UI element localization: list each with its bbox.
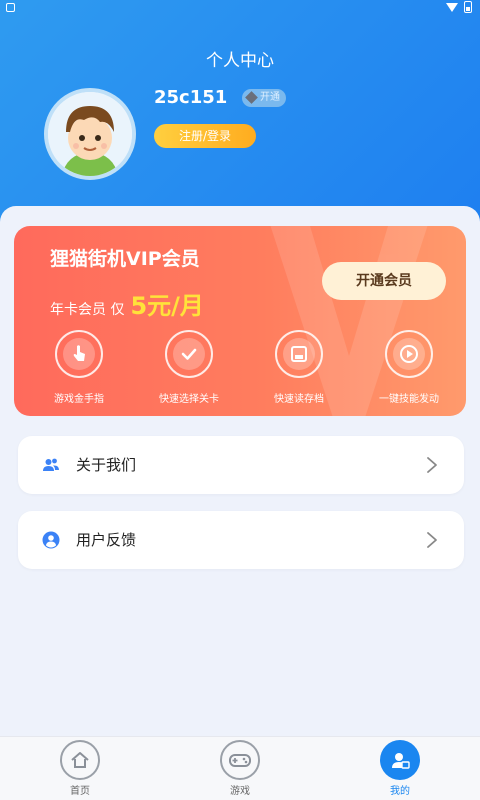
vip-price: 5元/月 — [130, 292, 204, 320]
open-vip-button[interactable]: 开通会员 — [322, 262, 446, 300]
perk-label: 游戏金手指 — [54, 394, 104, 405]
vip-price-prefix: 年卡会员 仅 — [50, 302, 125, 318]
tab-games[interactable]: 游戏 — [200, 737, 280, 800]
wifi-icon — [446, 2, 458, 12]
gamepad-icon — [229, 754, 251, 767]
page-title: 个人中心 — [206, 51, 274, 71]
menu-item-about-us[interactable]: 关于我们 — [18, 436, 464, 494]
vip-perks: 游戏金手指 快速选择关卡 快速读存档 一键技能发动 — [14, 330, 466, 410]
perk-label: 一键技能发动 — [379, 394, 439, 405]
register-login-button[interactable]: 注册/登录 — [154, 124, 256, 148]
perk-item[interactable]: 游戏金手指 — [24, 330, 134, 405]
hand-pointer-icon — [73, 345, 85, 361]
tab-label: 我的 — [390, 786, 410, 797]
profile-icon — [392, 753, 410, 769]
avatar[interactable] — [44, 88, 136, 180]
tab-label: 首页 — [70, 786, 90, 797]
notification-icon — [6, 3, 15, 12]
vip-status-badge[interactable]: 开通 — [242, 89, 286, 107]
users-icon — [43, 458, 59, 471]
tab-home[interactable]: 首页 — [40, 737, 120, 800]
vip-tag-label: 开通 — [260, 92, 280, 103]
perk-label: 快速选择关卡 — [159, 394, 219, 405]
menu-item-label: 关于我们 — [76, 456, 137, 474]
tab-mine[interactable]: 我的 — [360, 737, 440, 800]
save-icon — [291, 346, 307, 362]
menu-item-label: 用户反馈 — [76, 531, 137, 549]
perk-item[interactable]: 快速读存档 — [244, 330, 354, 405]
vip-price-line: 年卡会员 仅 5元/月 — [50, 286, 204, 321]
chevron-right-icon — [427, 457, 437, 473]
user-circle-icon — [42, 531, 60, 549]
perk-label: 快速读存档 — [274, 394, 324, 405]
chevron-right-icon — [427, 532, 437, 548]
vip-membership-card[interactable]: 狸猫街机VIP会员 年卡会员 仅 5元/月 开通会员 游戏金手指 快速选择关卡 — [14, 226, 466, 416]
perk-item[interactable]: 一键技能发动 — [354, 330, 464, 405]
perk-item[interactable]: 快速选择关卡 — [134, 330, 244, 405]
status-bar — [0, 0, 480, 16]
profile-header: 个人中心 25c151 开通 注册/登录 — [0, 0, 480, 230]
play-icon — [400, 345, 418, 363]
home-icon — [71, 752, 89, 768]
diamond-icon — [245, 91, 258, 104]
bottom-tab-bar: 首页 游戏 我的 — [0, 736, 480, 800]
vip-card-title: 狸猫街机VIP会员 — [50, 248, 200, 270]
username: 25c151 — [154, 87, 228, 108]
check-circle-icon — [181, 348, 197, 360]
tab-label: 游戏 — [230, 786, 250, 797]
avatar-boy-icon — [48, 92, 132, 176]
menu-item-feedback[interactable]: 用户反馈 — [18, 511, 464, 569]
battery-icon — [464, 1, 472, 13]
